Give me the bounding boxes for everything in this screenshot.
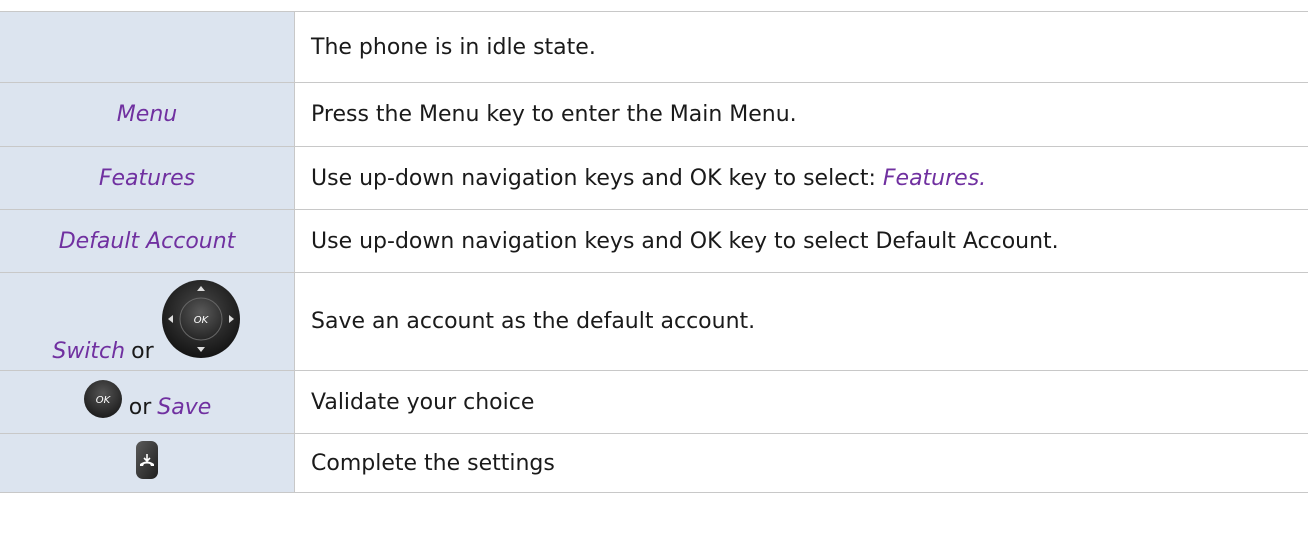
key-cell: Switch or OK	[0, 272, 295, 371]
navigation-pad-icon: OK	[160, 278, 242, 366]
features-key-label: Features	[98, 165, 196, 191]
table-row: OK or Save Validate your choice	[0, 370, 1308, 434]
step-description: Complete the settings	[311, 450, 555, 476]
key-cell: OK or Save	[0, 370, 295, 434]
switch-key-label: Switch	[52, 338, 126, 364]
save-key-label: Save	[157, 394, 212, 420]
or-connector: or	[131, 338, 154, 364]
features-accent-text: Features.	[882, 165, 987, 191]
menu-key-label: Menu	[116, 102, 178, 127]
switch-or-navpad: Switch or OK	[52, 278, 241, 366]
key-cell: Menu	[0, 82, 295, 147]
table-row: Complete the settings	[0, 433, 1308, 493]
step-description: Save an account as the default account.	[311, 309, 756, 334]
table-row: The phone is in idle state.	[0, 11, 1308, 83]
description-cell: Press the Menu key to enter the Main Men…	[294, 82, 1308, 147]
description-cell: The phone is in idle state.	[294, 11, 1308, 83]
table-row: Features Use up-down navigation keys and…	[0, 146, 1308, 210]
description-cell: Complete the settings	[294, 433, 1308, 493]
step-description: Use up-down navigation keys and OK key t…	[311, 165, 883, 191]
hang-up-key-icon	[135, 440, 159, 486]
description-cell: Validate your choice	[294, 370, 1308, 434]
step-description: Validate your choice	[311, 389, 535, 415]
svg-text:OK: OK	[193, 315, 209, 326]
ok-or-save: OK or Save	[83, 379, 212, 425]
key-cell	[0, 11, 295, 83]
svg-text:OK: OK	[96, 395, 112, 406]
ok-key-icon: OK	[83, 379, 123, 425]
key-cell: Default Account	[0, 209, 295, 273]
description-cell: Use up-down navigation keys and OK key t…	[294, 209, 1308, 273]
key-cell	[0, 433, 295, 493]
default-account-key-label: Default Account	[58, 228, 236, 254]
table-row: Default Account Use up-down navigation k…	[0, 209, 1308, 273]
description-cell: Save an account as the default account.	[294, 272, 1308, 371]
or-connector: or	[128, 394, 152, 420]
step-description: Press the Menu key to enter the Main Men…	[311, 102, 797, 127]
step-description: The phone is in idle state.	[311, 34, 596, 60]
table-row: Switch or OK Save an account as the defa…	[0, 272, 1308, 371]
table-row: Menu Press the Menu key to enter the Mai…	[0, 82, 1308, 147]
key-cell: Features	[0, 146, 295, 210]
procedure-table: The phone is in idle state. Menu Press t…	[0, 11, 1308, 493]
step-description: Use up-down navigation keys and OK key t…	[311, 228, 1059, 254]
description-cell: Use up-down navigation keys and OK key t…	[294, 146, 1308, 210]
